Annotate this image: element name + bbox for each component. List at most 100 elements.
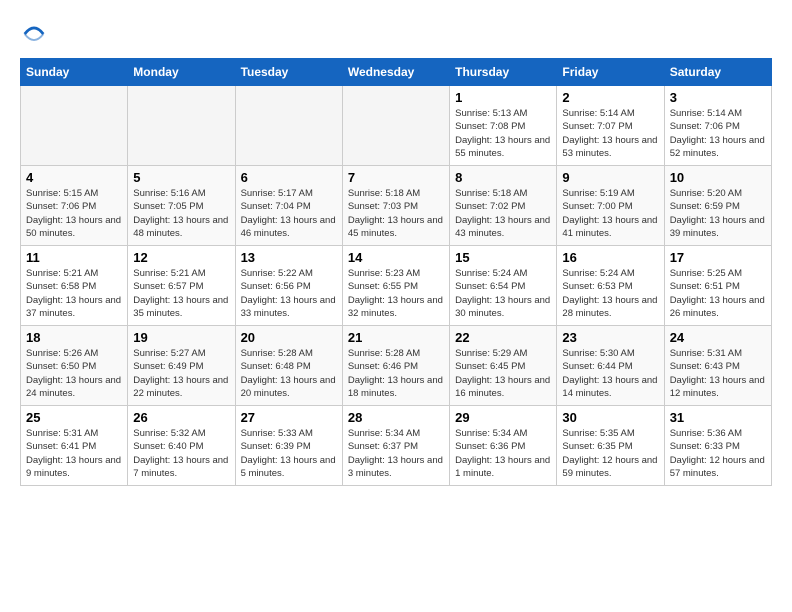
day-number: 15 <box>455 250 551 265</box>
day-number: 23 <box>562 330 658 345</box>
day-info: Sunrise: 5:18 AM Sunset: 7:03 PM Dayligh… <box>348 187 444 240</box>
calendar-cell: 7 Sunrise: 5:18 AM Sunset: 7:03 PM Dayli… <box>342 166 449 246</box>
day-number: 18 <box>26 330 122 345</box>
calendar-cell <box>342 86 449 166</box>
day-number: 28 <box>348 410 444 425</box>
day-number: 22 <box>455 330 551 345</box>
day-info: Sunrise: 5:28 AM Sunset: 6:46 PM Dayligh… <box>348 347 444 400</box>
calendar-cell <box>21 86 128 166</box>
day-number: 25 <box>26 410 122 425</box>
weekday-header-wednesday: Wednesday <box>342 59 449 86</box>
day-info: Sunrise: 5:22 AM Sunset: 6:56 PM Dayligh… <box>241 267 337 320</box>
day-number: 19 <box>133 330 229 345</box>
calendar-cell: 29 Sunrise: 5:34 AM Sunset: 6:36 PM Dayl… <box>450 406 557 486</box>
day-info: Sunrise: 5:34 AM Sunset: 6:36 PM Dayligh… <box>455 427 551 480</box>
day-number: 30 <box>562 410 658 425</box>
calendar-cell: 12 Sunrise: 5:21 AM Sunset: 6:57 PM Dayl… <box>128 246 235 326</box>
day-number: 12 <box>133 250 229 265</box>
weekday-header-sunday: Sunday <box>21 59 128 86</box>
day-number: 20 <box>241 330 337 345</box>
calendar-cell <box>235 86 342 166</box>
calendar-week-5: 25 Sunrise: 5:31 AM Sunset: 6:41 PM Dayl… <box>21 406 772 486</box>
calendar-cell: 1 Sunrise: 5:13 AM Sunset: 7:08 PM Dayli… <box>450 86 557 166</box>
day-info: Sunrise: 5:18 AM Sunset: 7:02 PM Dayligh… <box>455 187 551 240</box>
day-info: Sunrise: 5:31 AM Sunset: 6:41 PM Dayligh… <box>26 427 122 480</box>
calendar-cell: 20 Sunrise: 5:28 AM Sunset: 6:48 PM Dayl… <box>235 326 342 406</box>
calendar-cell: 8 Sunrise: 5:18 AM Sunset: 7:02 PM Dayli… <box>450 166 557 246</box>
calendar-cell: 17 Sunrise: 5:25 AM Sunset: 6:51 PM Dayl… <box>664 246 771 326</box>
day-info: Sunrise: 5:17 AM Sunset: 7:04 PM Dayligh… <box>241 187 337 240</box>
day-info: Sunrise: 5:34 AM Sunset: 6:37 PM Dayligh… <box>348 427 444 480</box>
day-number: 11 <box>26 250 122 265</box>
weekday-header-tuesday: Tuesday <box>235 59 342 86</box>
day-info: Sunrise: 5:14 AM Sunset: 7:07 PM Dayligh… <box>562 107 658 160</box>
day-info: Sunrise: 5:30 AM Sunset: 6:44 PM Dayligh… <box>562 347 658 400</box>
day-number: 3 <box>670 90 766 105</box>
logo-icon <box>20 20 48 48</box>
weekday-header-friday: Friday <box>557 59 664 86</box>
day-info: Sunrise: 5:27 AM Sunset: 6:49 PM Dayligh… <box>133 347 229 400</box>
calendar-week-4: 18 Sunrise: 5:26 AM Sunset: 6:50 PM Dayl… <box>21 326 772 406</box>
day-info: Sunrise: 5:21 AM Sunset: 6:57 PM Dayligh… <box>133 267 229 320</box>
day-number: 5 <box>133 170 229 185</box>
day-info: Sunrise: 5:35 AM Sunset: 6:35 PM Dayligh… <box>562 427 658 480</box>
day-number: 13 <box>241 250 337 265</box>
calendar-cell: 26 Sunrise: 5:32 AM Sunset: 6:40 PM Dayl… <box>128 406 235 486</box>
day-number: 8 <box>455 170 551 185</box>
calendar-cell: 23 Sunrise: 5:30 AM Sunset: 6:44 PM Dayl… <box>557 326 664 406</box>
day-number: 21 <box>348 330 444 345</box>
calendar-cell: 5 Sunrise: 5:16 AM Sunset: 7:05 PM Dayli… <box>128 166 235 246</box>
day-number: 10 <box>670 170 766 185</box>
day-info: Sunrise: 5:19 AM Sunset: 7:00 PM Dayligh… <box>562 187 658 240</box>
day-info: Sunrise: 5:31 AM Sunset: 6:43 PM Dayligh… <box>670 347 766 400</box>
day-number: 6 <box>241 170 337 185</box>
calendar-cell: 10 Sunrise: 5:20 AM Sunset: 6:59 PM Dayl… <box>664 166 771 246</box>
calendar-week-1: 1 Sunrise: 5:13 AM Sunset: 7:08 PM Dayli… <box>21 86 772 166</box>
calendar-cell: 31 Sunrise: 5:36 AM Sunset: 6:33 PM Dayl… <box>664 406 771 486</box>
day-info: Sunrise: 5:13 AM Sunset: 7:08 PM Dayligh… <box>455 107 551 160</box>
day-number: 16 <box>562 250 658 265</box>
day-info: Sunrise: 5:24 AM Sunset: 6:53 PM Dayligh… <box>562 267 658 320</box>
page-header <box>20 20 772 48</box>
calendar-cell: 13 Sunrise: 5:22 AM Sunset: 6:56 PM Dayl… <box>235 246 342 326</box>
day-info: Sunrise: 5:24 AM Sunset: 6:54 PM Dayligh… <box>455 267 551 320</box>
calendar-cell: 9 Sunrise: 5:19 AM Sunset: 7:00 PM Dayli… <box>557 166 664 246</box>
day-number: 9 <box>562 170 658 185</box>
calendar-cell: 15 Sunrise: 5:24 AM Sunset: 6:54 PM Dayl… <box>450 246 557 326</box>
calendar-cell: 30 Sunrise: 5:35 AM Sunset: 6:35 PM Dayl… <box>557 406 664 486</box>
weekday-header-monday: Monday <box>128 59 235 86</box>
day-info: Sunrise: 5:14 AM Sunset: 7:06 PM Dayligh… <box>670 107 766 160</box>
weekday-header-saturday: Saturday <box>664 59 771 86</box>
day-number: 17 <box>670 250 766 265</box>
day-info: Sunrise: 5:20 AM Sunset: 6:59 PM Dayligh… <box>670 187 766 240</box>
day-info: Sunrise: 5:15 AM Sunset: 7:06 PM Dayligh… <box>26 187 122 240</box>
day-info: Sunrise: 5:21 AM Sunset: 6:58 PM Dayligh… <box>26 267 122 320</box>
calendar-cell: 11 Sunrise: 5:21 AM Sunset: 6:58 PM Dayl… <box>21 246 128 326</box>
day-number: 4 <box>26 170 122 185</box>
weekday-header-thursday: Thursday <box>450 59 557 86</box>
weekday-header-row: SundayMondayTuesdayWednesdayThursdayFrid… <box>21 59 772 86</box>
calendar-cell: 24 Sunrise: 5:31 AM Sunset: 6:43 PM Dayl… <box>664 326 771 406</box>
calendar-cell: 21 Sunrise: 5:28 AM Sunset: 6:46 PM Dayl… <box>342 326 449 406</box>
day-info: Sunrise: 5:25 AM Sunset: 6:51 PM Dayligh… <box>670 267 766 320</box>
day-number: 1 <box>455 90 551 105</box>
day-info: Sunrise: 5:23 AM Sunset: 6:55 PM Dayligh… <box>348 267 444 320</box>
calendar-cell: 2 Sunrise: 5:14 AM Sunset: 7:07 PM Dayli… <box>557 86 664 166</box>
day-info: Sunrise: 5:36 AM Sunset: 6:33 PM Dayligh… <box>670 427 766 480</box>
day-number: 29 <box>455 410 551 425</box>
calendar-cell <box>128 86 235 166</box>
logo <box>20 20 50 48</box>
calendar-table: SundayMondayTuesdayWednesdayThursdayFrid… <box>20 58 772 486</box>
day-number: 26 <box>133 410 229 425</box>
calendar-cell: 3 Sunrise: 5:14 AM Sunset: 7:06 PM Dayli… <box>664 86 771 166</box>
calendar-cell: 27 Sunrise: 5:33 AM Sunset: 6:39 PM Dayl… <box>235 406 342 486</box>
calendar-cell: 28 Sunrise: 5:34 AM Sunset: 6:37 PM Dayl… <box>342 406 449 486</box>
day-info: Sunrise: 5:16 AM Sunset: 7:05 PM Dayligh… <box>133 187 229 240</box>
day-info: Sunrise: 5:26 AM Sunset: 6:50 PM Dayligh… <box>26 347 122 400</box>
calendar-week-2: 4 Sunrise: 5:15 AM Sunset: 7:06 PM Dayli… <box>21 166 772 246</box>
day-number: 24 <box>670 330 766 345</box>
day-info: Sunrise: 5:28 AM Sunset: 6:48 PM Dayligh… <box>241 347 337 400</box>
calendar-cell: 6 Sunrise: 5:17 AM Sunset: 7:04 PM Dayli… <box>235 166 342 246</box>
day-info: Sunrise: 5:33 AM Sunset: 6:39 PM Dayligh… <box>241 427 337 480</box>
day-number: 27 <box>241 410 337 425</box>
